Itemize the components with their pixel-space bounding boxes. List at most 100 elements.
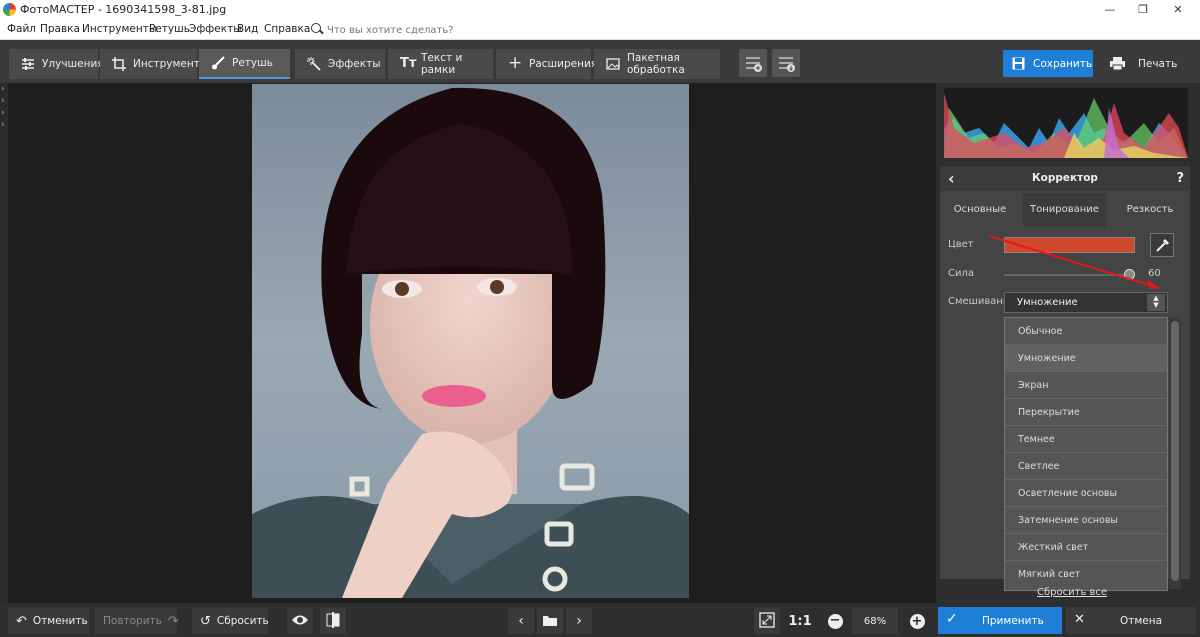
expand-arrow-icon[interactable]: › xyxy=(0,83,8,95)
tab-retouch[interactable]: Ретушь xyxy=(199,49,290,79)
tab-label: Ретушь xyxy=(232,57,273,69)
annotation-arrow xyxy=(988,235,1160,289)
sliders-download-icon xyxy=(772,57,800,80)
menu-view[interactable]: Вид xyxy=(237,23,258,35)
title-bar: ФотоМАСТЕР - 1690341598_3-81.jpg — ❐ ✕ xyxy=(0,0,1200,20)
undo-icon: ↶ xyxy=(16,613,27,629)
sliders-add-icon xyxy=(739,57,767,80)
strength-label: Сила xyxy=(948,268,975,279)
printer-icon xyxy=(1110,57,1125,73)
compare-icon xyxy=(326,611,340,631)
zoom-level[interactable]: 68% xyxy=(852,608,898,634)
folder-icon xyxy=(543,614,557,629)
tab-tools[interactable]: Инструменты xyxy=(100,49,208,79)
cancel-label: Отмена xyxy=(1120,614,1163,627)
tab-label: Расширения xyxy=(529,58,598,70)
menu-bar: Файл Правка Инструменты Ретушь Эффекты В… xyxy=(0,20,1200,40)
blend-mode-dropdown: Обычное Умножение Экран Перекрытие Темне… xyxy=(1004,317,1168,591)
blend-option[interactable]: Мягкий свет xyxy=(1005,561,1167,588)
blend-selected-value: Умножение xyxy=(1017,297,1078,308)
text-icon: Tт xyxy=(400,56,417,71)
preview-eye-button[interactable] xyxy=(287,608,313,634)
tab-basic[interactable]: Основные xyxy=(940,193,1020,227)
blend-option[interactable]: Осветление основы xyxy=(1005,480,1167,507)
blend-option[interactable]: Обычное xyxy=(1005,318,1167,345)
image-canvas[interactable] xyxy=(8,83,936,603)
blend-option-selected[interactable]: Умножение xyxy=(1005,345,1167,372)
left-panel-strip[interactable]: › › › › xyxy=(0,83,8,603)
minimize-button[interactable]: — xyxy=(1095,1,1125,19)
search-input[interactable] xyxy=(327,22,527,38)
actual-size-button[interactable]: 1:1 xyxy=(786,608,814,634)
compare-button[interactable] xyxy=(320,608,346,634)
expand-arrow-icon[interactable]: › xyxy=(0,95,8,107)
updown-icon: ▲ ▼ xyxy=(1147,294,1165,311)
color-label: Цвет xyxy=(948,239,974,250)
tab-label: Улучшения xyxy=(42,58,104,70)
tab-toning[interactable]: Тонирование xyxy=(1023,193,1106,227)
reset-button[interactable]: ↺ Сбросить xyxy=(192,608,269,634)
tab-sharpness[interactable]: Резкость xyxy=(1110,193,1190,227)
expand-arrow-icon[interactable]: › xyxy=(0,107,8,119)
menu-edit[interactable]: Правка xyxy=(40,23,80,35)
dropdown-scrollbar[interactable] xyxy=(1169,317,1181,589)
prev-image-button[interactable]: ‹ xyxy=(508,608,534,634)
undo-button[interactable]: ↶ Отменить xyxy=(8,608,89,634)
close-window-button[interactable]: ✕ xyxy=(1163,1,1193,19)
tab-effects[interactable]: Эффекты xyxy=(295,49,385,79)
next-image-button[interactable]: › xyxy=(566,608,592,634)
cancel-button[interactable]: ✕ Отмена xyxy=(1066,607,1196,634)
tab-label: Пакетная обработка xyxy=(627,52,685,76)
apply-button[interactable]: ✓ Применить xyxy=(938,607,1062,634)
brush-icon xyxy=(211,56,225,70)
menu-tools[interactable]: Инструменты xyxy=(82,23,157,35)
close-icon: ✕ xyxy=(1074,612,1085,627)
reset-all-link[interactable]: Сбросить все xyxy=(1037,587,1107,598)
blend-option[interactable]: Жесткий свет xyxy=(1005,534,1167,561)
search-icon xyxy=(311,23,321,33)
blend-option[interactable]: Экран xyxy=(1005,372,1167,399)
menu-help[interactable]: Справка xyxy=(264,23,310,35)
bottom-bar: ↶ Отменить Повторить ↷ ↺ Сбросить ‹ › 1:… xyxy=(0,603,1200,637)
redo-button[interactable]: Повторить ↷ xyxy=(95,608,179,634)
menu-file[interactable]: Файл xyxy=(7,23,36,35)
menu-effects[interactable]: Эффекты xyxy=(189,23,242,35)
plus-icon: + xyxy=(508,53,523,73)
magic-wand-icon xyxy=(307,57,321,71)
main-toolbar: Улучшения Инструменты Ретушь Эффекты Tт … xyxy=(0,40,1200,83)
blend-option[interactable]: Светлее xyxy=(1005,453,1167,480)
redo-icon: ↷ xyxy=(167,613,179,629)
save-label: Сохранить xyxy=(1033,57,1093,70)
zoom-out-button[interactable]: − xyxy=(824,608,846,634)
tab-text-frames[interactable]: Tт Текст и рамки xyxy=(388,49,493,79)
tab-enhancements[interactable]: Улучшения xyxy=(9,49,104,79)
blend-option[interactable]: Затемнение основы xyxy=(1005,507,1167,534)
expand-arrow-icon[interactable]: › xyxy=(0,119,8,131)
checkmark-icon: ✓ xyxy=(946,611,958,627)
print-button[interactable]: Печать xyxy=(1100,50,1190,77)
print-label: Печать xyxy=(1138,57,1178,70)
help-icon[interactable]: ? xyxy=(1176,166,1184,191)
portrait-photo[interactable] xyxy=(252,84,689,598)
blend-option[interactable]: Темнее xyxy=(1005,426,1167,453)
maximize-button[interactable]: ❐ xyxy=(1128,1,1158,19)
sliders-icon xyxy=(21,57,35,71)
add-preset-button[interactable] xyxy=(739,49,767,77)
blend-option[interactable]: Перекрытие xyxy=(1005,399,1167,426)
tab-batch[interactable]: Пакетная обработка xyxy=(594,49,720,79)
eye-icon xyxy=(291,614,309,629)
download-preset-button[interactable] xyxy=(772,49,800,77)
redo-label: Повторить xyxy=(103,615,162,627)
undo-label: Отменить xyxy=(32,615,88,627)
menu-retouch[interactable]: Ретушь xyxy=(149,23,190,35)
fit-screen-button[interactable] xyxy=(754,608,780,634)
save-button[interactable]: Сохранить xyxy=(1003,50,1093,77)
open-folder-button[interactable] xyxy=(537,608,563,634)
back-arrow-icon[interactable]: ‹ xyxy=(948,166,955,191)
right-panel: ‹ Корректор ? Основные Тонирование Резко… xyxy=(936,83,1200,603)
zoom-in-button[interactable]: + xyxy=(906,608,928,634)
minus-circle-icon: − xyxy=(827,613,843,629)
blend-mode-select[interactable]: Умножение ▲ ▼ xyxy=(1004,292,1168,313)
tab-extensions[interactable]: + Расширения xyxy=(496,49,597,79)
scrollbar-thumb[interactable] xyxy=(1171,321,1179,581)
